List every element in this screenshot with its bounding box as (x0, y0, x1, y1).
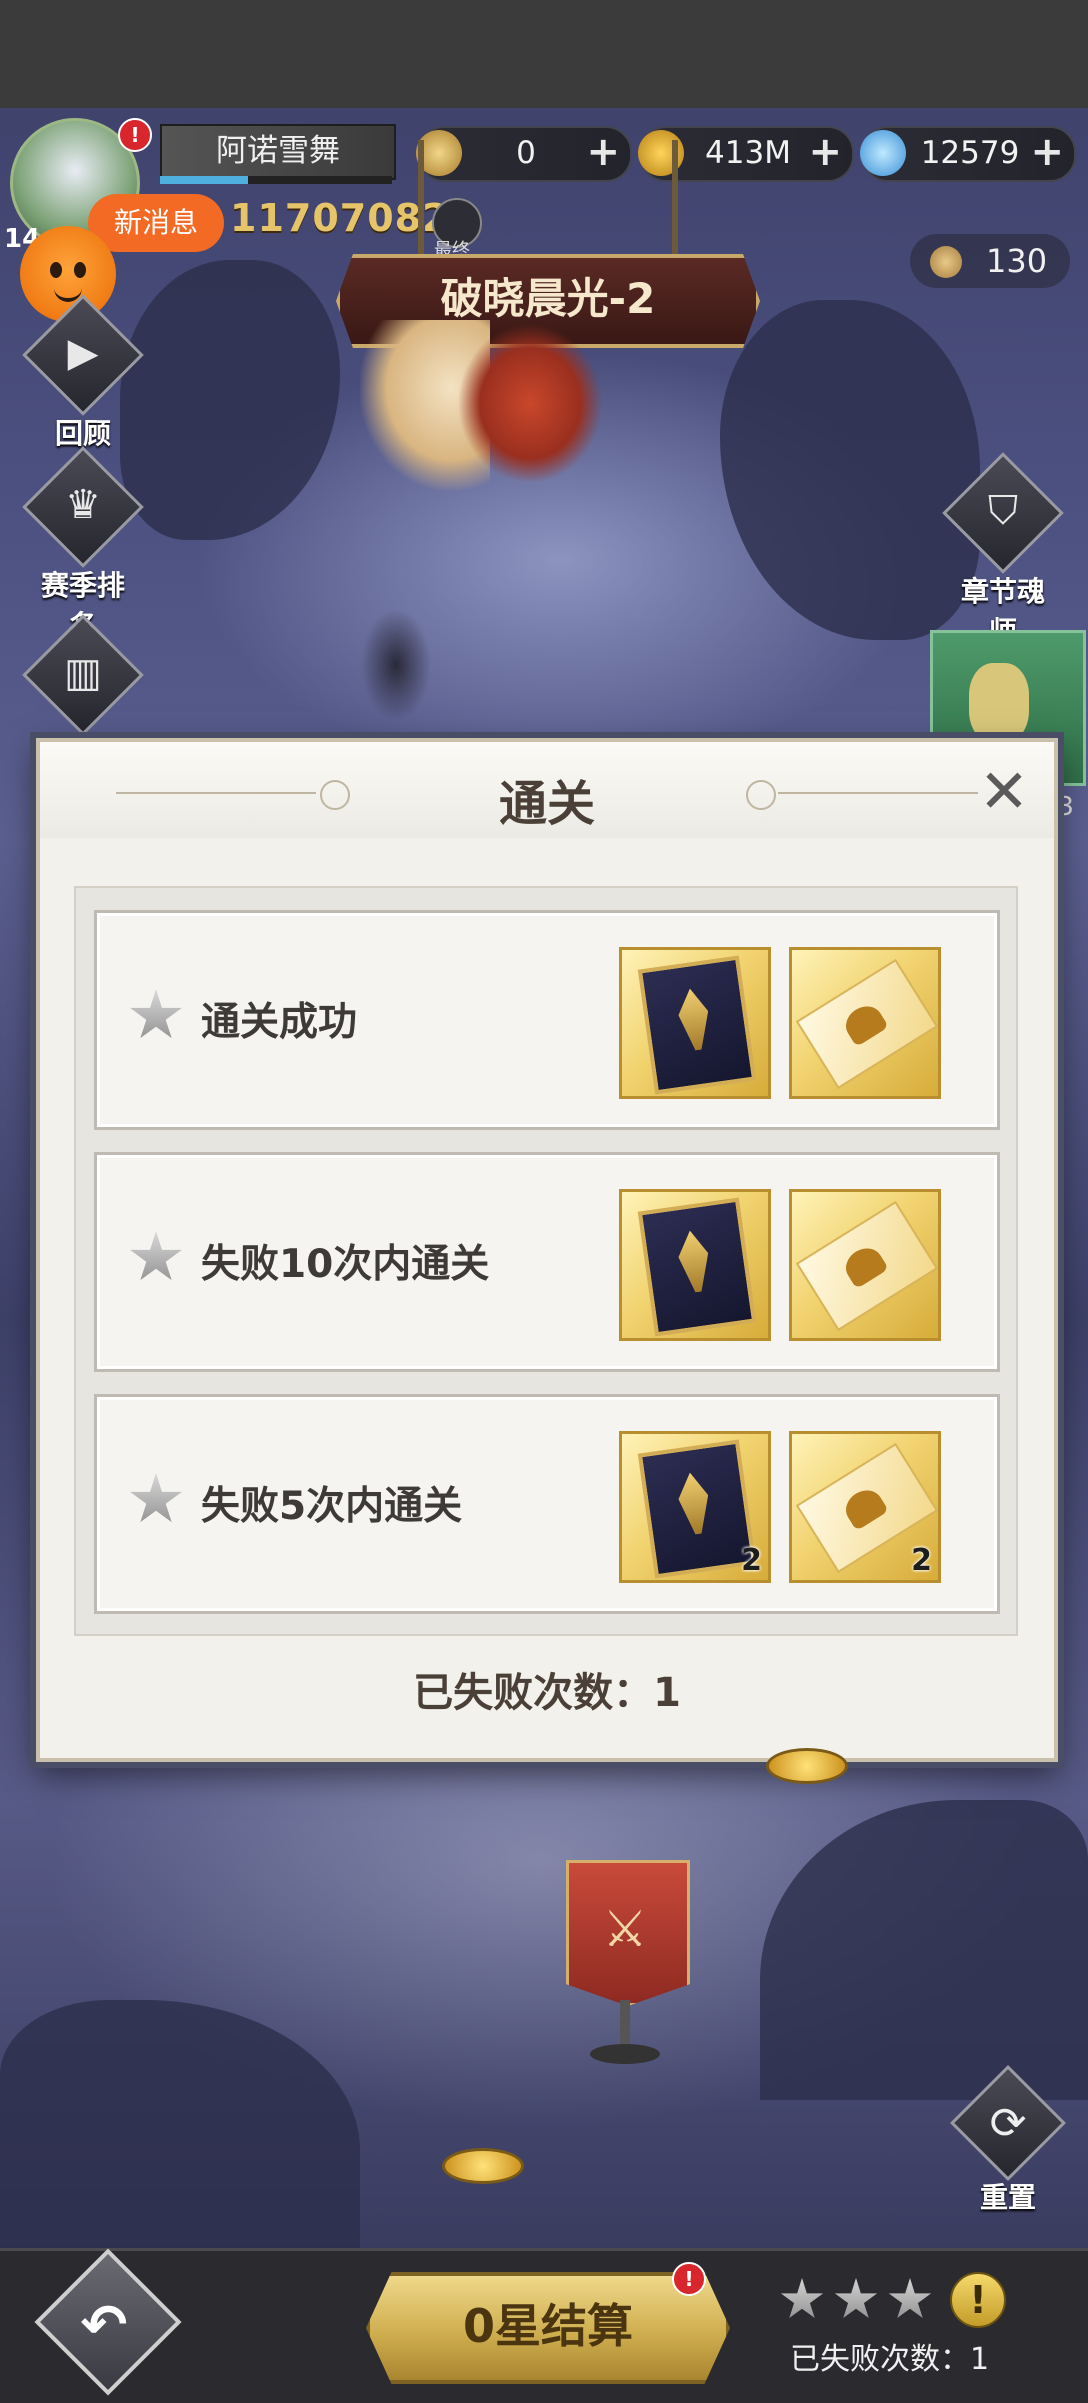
diamond-icon (860, 130, 906, 176)
info-alert-icon[interactable]: ! (950, 2272, 1006, 2328)
currency-diamond[interactable]: 12579 + (860, 126, 1076, 182)
currency-value: 413M (705, 135, 791, 171)
reward-quantity: 2 (741, 1543, 762, 1578)
chapter-soul-button[interactable]: ⛉ 章节魂师 (942, 452, 1064, 650)
star-icon (888, 2278, 932, 2319)
objective-row: 通关成功 (94, 910, 1000, 1130)
objective-list: 通关成功 失败10次内通关 失败5次内通关 2 2 (74, 886, 1018, 1636)
star-icon (130, 989, 182, 1039)
banner-pole (672, 140, 678, 260)
reward-card-item[interactable] (619, 947, 771, 1099)
player-name: 阿诺雪舞 (160, 124, 396, 180)
reward-ticket-item[interactable] (789, 947, 941, 1099)
currency-compass-coin[interactable]: 0 + (416, 126, 632, 182)
soul-icon (930, 246, 962, 278)
objective-text: 失败10次内通关 (201, 1242, 490, 1287)
close-button[interactable]: ✕ (974, 762, 1034, 822)
review-button[interactable]: ▶ 回顾 (22, 294, 144, 452)
book-icon: ▥ (64, 650, 102, 696)
failed-attempts-text: 已失败次数：1 (413, 1670, 681, 1716)
back-arrow-icon: ↶ (80, 2293, 128, 2358)
new-message-badge[interactable]: 新消息 (88, 194, 224, 252)
objective-text: 失败5次内通关 (201, 1484, 463, 1529)
card-icon (637, 955, 757, 1095)
failed-attempts-footer: 已失败次数：1 (790, 2342, 990, 2377)
star-icon (130, 1473, 182, 1523)
refresh-icon: ⟳ (989, 2098, 1027, 2149)
flag-stand (620, 2000, 630, 2050)
ticket-icon (795, 1200, 939, 1332)
path-node[interactable] (766, 1748, 848, 1784)
avatar-alert-badge: ! (118, 118, 152, 152)
settle-alert-badge: ! (672, 2262, 706, 2296)
star-icon (780, 2278, 824, 2319)
shield-icon: ⛉ (988, 488, 1018, 534)
reward-quantity: 2 (911, 1543, 932, 1578)
hero-party (346, 590, 446, 740)
objective-text: 通关成功 (201, 1000, 358, 1045)
reward-card-item[interactable] (619, 1189, 771, 1341)
play-icon: ▶ (67, 330, 99, 376)
reset-button[interactable]: ⟳ 重置 (948, 2065, 1068, 2216)
card-icon (637, 1197, 757, 1337)
flag-base (590, 2044, 660, 2064)
currency-value: 12579 (920, 135, 1020, 171)
star-rating (780, 2278, 942, 2326)
trophy-icon: ♛ (65, 482, 101, 528)
star-icon (130, 1231, 182, 1281)
exp-bar (160, 176, 392, 184)
soul-value: 130 (986, 242, 1048, 280)
objective-row: 失败10次内通关 (94, 1152, 1000, 1372)
reward-ticket-item[interactable] (789, 1189, 941, 1341)
ticket-icon (795, 958, 939, 1090)
objective-row: 失败5次内通关 2 2 (94, 1394, 1000, 1614)
reset-label: 重置 (979, 2181, 1036, 2214)
clear-rewards-dialog: 通关 ✕ 通关成功 失败10次内通关 失败5次内通关 2 2 已失败次数：1 (36, 738, 1058, 1762)
currency-value: 0 (516, 135, 536, 171)
reward-ticket-item[interactable]: 2 (789, 1431, 941, 1583)
card-icon (637, 1439, 757, 1579)
path-node[interactable] (442, 2148, 524, 2184)
add-diamond-button[interactable]: + (1030, 132, 1064, 172)
add-compass-coin-button[interactable]: + (586, 132, 620, 172)
soul-counter: 130 (910, 234, 1070, 288)
dialog-header: 通关 ✕ (40, 742, 1054, 838)
add-gold-button[interactable]: + (808, 132, 842, 172)
dialog-title: 通关 (498, 776, 595, 832)
banner-pole (418, 140, 424, 260)
status-bar-area (0, 0, 1088, 108)
reward-card-item[interactable]: 2 (619, 1431, 771, 1583)
dragon-boss[interactable] (420, 300, 640, 530)
crossed-swords-icon: ⚔ (602, 1900, 648, 1958)
star-icon (834, 2278, 878, 2319)
